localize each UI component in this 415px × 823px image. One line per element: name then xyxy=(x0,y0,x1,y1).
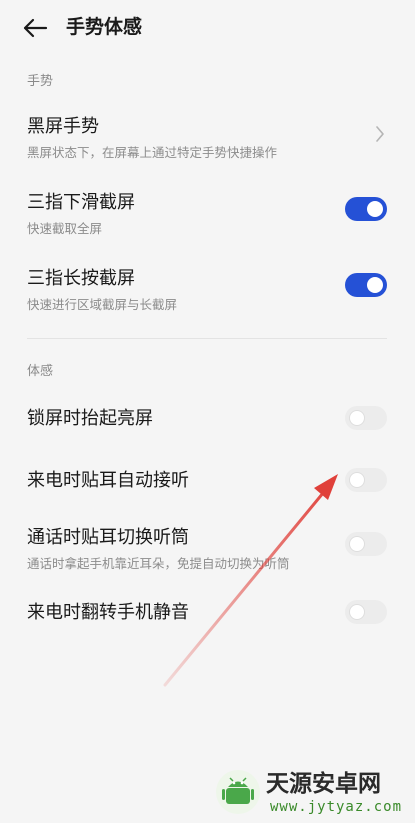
setting-row-auto-answer: 来电时贴耳自动接听 xyxy=(0,462,415,502)
setting-subtitle: 快速进行区域截屏与长截屏 xyxy=(27,297,178,312)
watermark-url: www.jytyaz.com xyxy=(270,799,403,815)
setting-title: 三指长按截屏 xyxy=(27,268,135,289)
setting-title: 三指下滑截屏 xyxy=(27,192,135,213)
section-label-motion: 体感 xyxy=(27,364,54,379)
back-arrow-icon[interactable] xyxy=(22,16,48,40)
toggle-knob xyxy=(367,201,383,217)
setting-title: 来电时贴耳自动接听 xyxy=(27,470,189,491)
watermark-title: 天源安卓网 xyxy=(266,771,381,797)
setting-title: 通话时贴耳切换听筒 xyxy=(27,527,189,548)
setting-row-earpiece-switch: 通话时贴耳切换听筒 通话时拿起手机靠近耳朵，免提自动切换为听筒 xyxy=(0,522,415,578)
setting-subtitle: 黑屏状态下，在屏幕上通过特定手势快捷操作 xyxy=(27,145,278,160)
toggle-knob xyxy=(349,472,365,488)
setting-row-three-finger-swipe-screenshot: 三指下滑截屏 快速截取全屏 xyxy=(0,184,415,240)
section-label-gesture: 手势 xyxy=(27,74,54,89)
setting-row-flip-to-mute: 来电时翻转手机静音 xyxy=(0,594,415,634)
toggle-switch[interactable] xyxy=(345,197,387,221)
toggle-switch[interactable] xyxy=(345,406,387,430)
setting-title: 来电时翻转手机静音 xyxy=(27,602,189,623)
setting-row-raise-to-wake: 锁屏时抬起亮屏 xyxy=(0,400,415,440)
toggle-switch[interactable] xyxy=(345,273,387,297)
setting-title: 黑屏手势 xyxy=(27,116,99,137)
setting-row-three-finger-press-screenshot: 三指长按截屏 快速进行区域截屏与长截屏 xyxy=(0,260,415,316)
toggle-switch[interactable] xyxy=(345,468,387,492)
toggle-knob xyxy=(349,604,365,620)
toggle-knob xyxy=(349,536,365,552)
toggle-switch[interactable] xyxy=(345,532,387,556)
site-watermark: 天源安卓网 www.jytyaz.com xyxy=(212,768,412,820)
app-header: 手势体感 xyxy=(0,0,415,56)
setting-subtitle: 快速截取全屏 xyxy=(27,221,103,236)
setting-title: 锁屏时抬起亮屏 xyxy=(27,408,153,429)
setting-row-black-screen-gesture[interactable]: 黑屏手势 黑屏状态下，在屏幕上通过特定手势快捷操作 xyxy=(0,108,415,164)
android-logo-icon xyxy=(216,770,260,814)
section-divider xyxy=(27,338,387,339)
chevron-right-icon xyxy=(376,126,384,142)
setting-subtitle: 通话时拿起手机靠近耳朵，免提自动切换为听筒 xyxy=(27,556,290,571)
toggle-switch[interactable] xyxy=(345,600,387,624)
page-title: 手势体感 xyxy=(66,16,143,38)
toggle-knob xyxy=(367,277,383,293)
toggle-knob xyxy=(349,410,365,426)
